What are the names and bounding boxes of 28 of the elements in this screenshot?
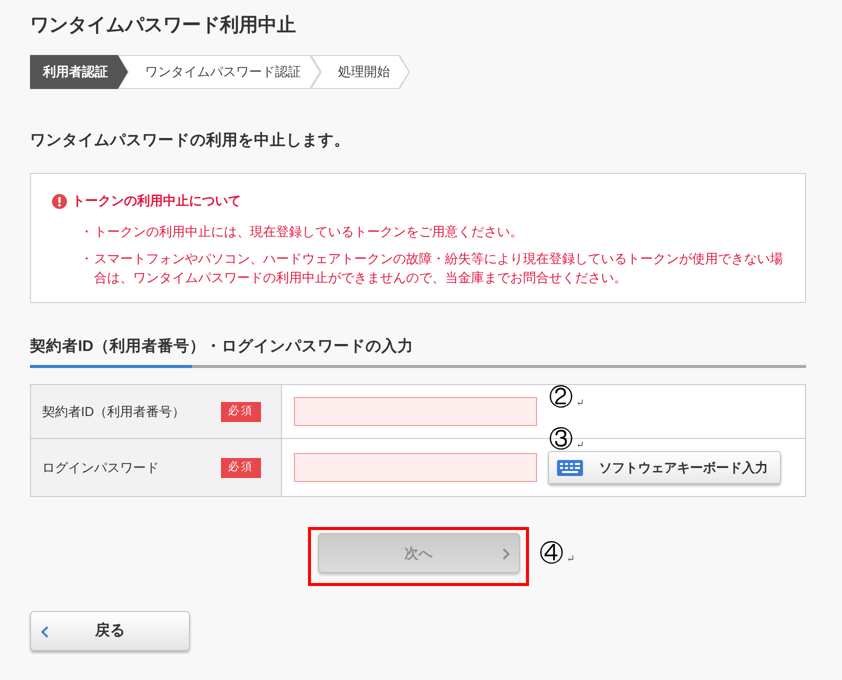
keyboard-icon — [557, 460, 583, 476]
required-badge: 必須 — [221, 458, 261, 478]
intro-text: ワンタイムパスワードの利用を中止します。 — [30, 131, 351, 151]
required-badge: 必須 — [221, 402, 261, 422]
bullet-mark: ・ — [80, 223, 94, 241]
field-label: 契約者ID（利用者番号） — [42, 402, 186, 421]
section-heading: 契約者ID（利用者番号）・ログインパスワードの入力 — [30, 336, 414, 357]
annotation-number: ③ — [549, 428, 573, 452]
notice-text: トークンの利用中止には、現在登録しているトークンをご用意ください。 — [94, 223, 523, 241]
exclamation-icon — [52, 194, 67, 208]
annotation-number: ④ — [540, 542, 564, 566]
chevron-left-icon — [41, 626, 49, 638]
software-keyboard-button[interactable]: ソフトウェアキーボード入力 — [548, 451, 781, 484]
notice-text: スマートフォンやパソコン、ハードウェアトークンの故障・紛失等により現在登録しているトークンが使用できない場合は、ワンタイムパスワードの利用中止ができませんので、当金庫までお問合せください。 — [94, 250, 784, 287]
field-label: ログインパスワード — [42, 458, 160, 477]
annotation-number: ② — [549, 386, 573, 410]
progress-step: 処理開始 — [311, 55, 410, 89]
progress-step: ワンタイムパスワード認証 — [118, 55, 321, 89]
page-title: ワンタイムパスワード利用中止 — [30, 14, 297, 38]
chevron-right-icon — [502, 548, 510, 560]
return-mark: ↵ — [576, 398, 584, 410]
back-button[interactable]: 戻る — [30, 611, 190, 651]
bullet-mark: ・ — [80, 250, 94, 268]
input-field[interactable] — [294, 453, 537, 482]
notice-heading: トークンの利用中止について — [72, 192, 241, 210]
return-mark: ↵ — [576, 440, 584, 452]
return-mark: ↵ — [566, 554, 575, 566]
input-field[interactable] — [294, 397, 537, 426]
